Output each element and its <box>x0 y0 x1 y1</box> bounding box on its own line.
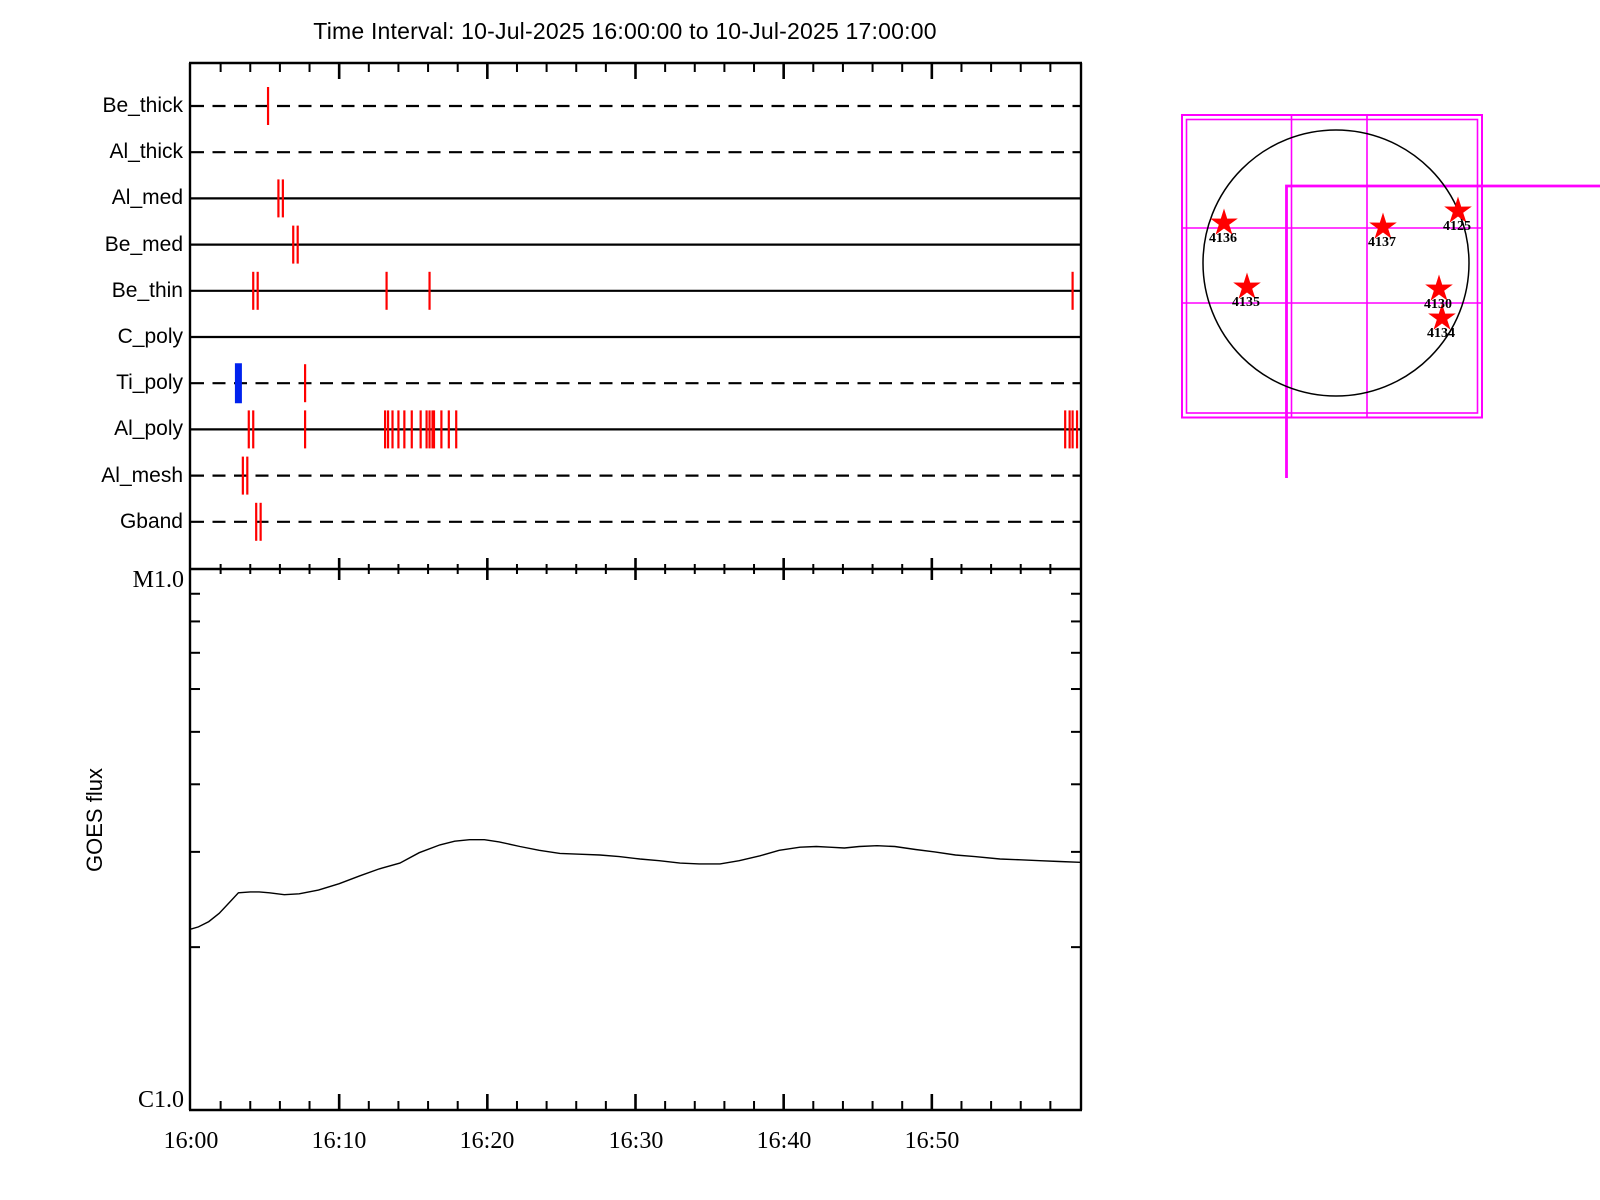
goes-flux-curve <box>190 839 1081 930</box>
filter-row-label-C_poly: C_poly <box>117 325 183 348</box>
page-title: Time Interval: 10-Jul-2025 16:00:00 to 1… <box>313 18 937 44</box>
active-region-label-4134: 4134 <box>1427 326 1455 341</box>
filter-row-label-Al_thick: Al_thick <box>109 140 183 164</box>
filter-row-label-Al_poly: Al_poly <box>114 417 183 441</box>
x-tick-label-16:30: 16:30 <box>608 1128 664 1154</box>
filter-row-label-Al_med: Al_med <box>111 186 183 210</box>
y-axis-top-label: M1.0 <box>132 567 184 593</box>
sun-map-outer-frame <box>1181 114 1483 419</box>
filter-row-label-Al_mesh: Al_mesh <box>101 463 183 487</box>
active-region-label-4130: 4130 <box>1424 297 1452 312</box>
solar-observation-plot: Time Interval: 10-Jul-2025 16:00:00 to 1… <box>0 0 1600 1200</box>
filter-row-label-Gband: Gband <box>119 509 183 533</box>
filter-row-label-Be_thin: Be_thin <box>111 278 183 302</box>
solar-limb-circle <box>1202 129 1470 397</box>
x-tick-label-16:10: 16:10 <box>311 1128 367 1154</box>
active-region-label-4135: 4135 <box>1232 295 1260 310</box>
sun-map-inner-frame <box>1185 118 1479 414</box>
active-region-label-4125: 4125 <box>1443 219 1471 234</box>
filter-row-label-Be_med: Be_med <box>104 232 183 256</box>
filter-row-label-Ti_poly: Ti_poly <box>116 371 183 395</box>
goes-flux-axis-title: GOES flux <box>82 768 107 872</box>
x-tick-label-16:50: 16:50 <box>904 1128 960 1154</box>
filter-timeline-panel <box>191 87 1080 541</box>
filter-row-label-Be_thick: Be_thick <box>102 94 183 117</box>
y-axis-bottom-label: C1.0 <box>137 1087 184 1113</box>
plot-canvas <box>188 61 1600 1112</box>
active-region-label-4136: 4136 <box>1209 231 1237 246</box>
axes <box>188 61 1083 1112</box>
active-region-label-4137: 4137 <box>1368 235 1396 250</box>
x-tick-label-16:20: 16:20 <box>459 1128 515 1154</box>
x-tick-label-16:00: 16:00 <box>163 1128 219 1154</box>
x-tick-label-16:40: 16:40 <box>756 1128 812 1154</box>
